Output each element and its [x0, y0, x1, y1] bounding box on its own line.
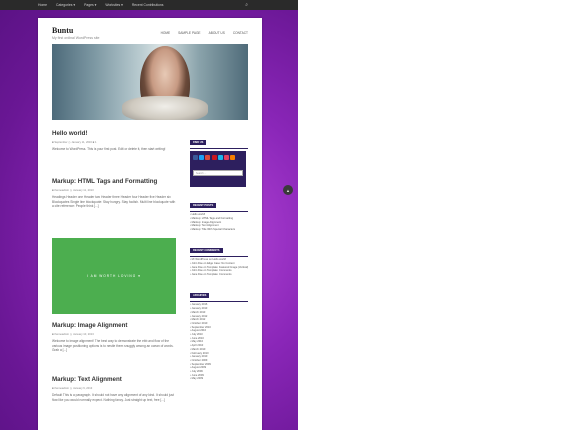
site-background: Home Categories ▾ Pages ▾ Worksites ▾ Re… [0, 0, 298, 430]
post-excerpt: Welcome to image alignment! The best way… [52, 339, 174, 353]
post-image-text: I AM WORTH LOVING ♥ [87, 274, 141, 278]
list-item[interactable]: Markup: Title With Special Characters [190, 228, 248, 232]
post-title[interactable]: Markup: Text Alignment [52, 376, 176, 383]
menu-item-about-us[interactable]: ABOUT US [209, 31, 225, 35]
post-excerpt: Default This is a paragraph. It should n… [52, 393, 174, 402]
post-meta: ■ September ◷ January 11, 2016 ■ 1 [52, 141, 97, 144]
post-title[interactable]: Markup: HTML Tags and Formatting [52, 178, 176, 185]
post: Hello world! ■ September ◷ January 11, 2… [52, 130, 176, 152]
post-meta: ■ themeadmin ◷ January 9, 2013 [52, 387, 93, 390]
main-menu: HOME SAMPLE PAGE ABOUT US CONTACT [153, 31, 248, 35]
social-icons [193, 154, 243, 160]
post-excerpt: Welcome to WordPress. This is your first… [52, 147, 166, 151]
list-item[interactable]: Jane Doe on Template: Comments [190, 273, 248, 277]
admin-bar-item[interactable]: Home [38, 3, 47, 7]
search-input[interactable]: Search ... [193, 169, 243, 176]
site-title[interactable]: Buntu [52, 26, 73, 35]
admin-bar: Home Categories ▾ Pages ▾ Worksites ▾ Re… [0, 0, 298, 10]
widget-recent-comments: RECENT COMMENTS Mr WordPress on Hello wo… [190, 238, 248, 277]
instagram-icon[interactable] [223, 154, 229, 160]
recent-posts-list: Hello world! Markup: HTML Tags and Forma… [190, 213, 248, 232]
admin-bar-item[interactable]: Pages ▾ [84, 3, 96, 7]
widget-title: ARCHIVES [190, 292, 210, 298]
widget-follow: FIND US Search ... [190, 130, 248, 187]
admin-bar-item[interactable]: Worksites ▾ [105, 3, 122, 7]
menu-item-home[interactable]: HOME [161, 31, 171, 35]
site-description: My first ordinal WordPress site [52, 36, 100, 40]
site-page: Buntu My first ordinal WordPress site HO… [38, 18, 262, 430]
recent-comments-list: Mr WordPress on Hello world! John Doe on… [190, 258, 248, 277]
post: Markup: Text Alignment ■ themeadmin ◷ Ja… [52, 376, 176, 402]
widget-divider [190, 300, 248, 302]
admin-bar-item[interactable]: Categories ▾ [56, 3, 75, 7]
post-meta: ■ themeadmin ◷ January 10, 2013 [52, 333, 94, 336]
post-excerpt: Headings Header one Header two Header th… [52, 195, 176, 209]
menu-item-sample-page[interactable]: SAMPLE PAGE [178, 31, 200, 35]
header-photo-fur-collar [122, 96, 208, 120]
post: Markup: Image Alignment ■ themeadmin ◷ J… [52, 322, 176, 353]
widget-title: FIND US [190, 140, 207, 145]
archives-list: January 2016 January 2013 March 2013 Jan… [190, 303, 248, 381]
widget-divider [190, 148, 248, 149]
facebook-icon[interactable] [193, 154, 198, 160]
post-title[interactable]: Hello world! [52, 130, 176, 137]
widget-recent-posts: RECENT POSTS Hello world! Markup: HTML T… [190, 193, 248, 232]
menu-item-contact[interactable]: CONTACT [233, 31, 248, 35]
search-icon[interactable]: ⌕ [245, 2, 248, 8]
twitter-icon[interactable] [199, 154, 205, 160]
widget-title: RECENT COMMENTS [190, 247, 223, 253]
back-to-top-button[interactable]: ▲ [283, 185, 293, 195]
widget-divider [190, 210, 248, 212]
follow-box: Search ... [190, 150, 246, 187]
rss-icon[interactable] [230, 154, 236, 160]
vimeo-icon[interactable] [217, 154, 223, 160]
post-featured-image[interactable]: I AM WORTH LOVING ♥ [52, 238, 176, 314]
header-image [52, 44, 248, 120]
list-item[interactable]: May 2009 [190, 377, 248, 381]
google-plus-icon[interactable] [205, 154, 211, 160]
widget-archives: ARCHIVES January 2016 January 2013 March… [190, 283, 248, 381]
widget-title: RECENT POSTS [190, 202, 217, 208]
widget-divider [190, 255, 248, 257]
arrow-up-icon: ▲ [286, 187, 290, 193]
sidebar: FIND US Search ... RECENT POSTS • Hello … [190, 130, 248, 381]
post: Markup: HTML Tags and Formatting ■ theme… [52, 178, 176, 209]
post-meta: ■ themeadmin ◷ January 11, 2013 [52, 189, 94, 192]
post-title[interactable]: Markup: Image Alignment [52, 322, 176, 329]
admin-bar-item[interactable]: Recent Contributions [132, 3, 164, 7]
youtube-icon[interactable] [211, 154, 217, 160]
